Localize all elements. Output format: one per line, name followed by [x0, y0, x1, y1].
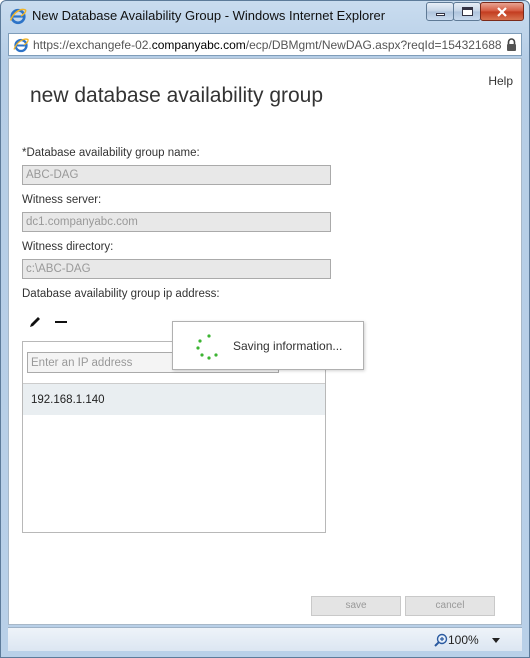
close-button[interactable]	[480, 2, 524, 21]
save-button[interactable]: save	[311, 596, 401, 616]
ip-address-value: 192.168.1.140	[31, 394, 105, 406]
ip-address-label: Database availability group ip address:	[22, 288, 220, 300]
dialog-content: Help new database availability group *Da…	[8, 58, 522, 625]
zoom-magnifier-icon[interactable]	[434, 633, 448, 647]
url-prefix: https://exchangefe-02.	[33, 38, 152, 52]
url-domain: companyabc.com	[151, 38, 246, 52]
address-bar[interactable]: https://exchangefe-02.companyabc.com/ecp…	[8, 33, 522, 56]
remove-minus-icon[interactable]	[54, 315, 68, 329]
minimize-icon	[435, 13, 445, 16]
saving-text: Saving information...	[233, 339, 343, 353]
status-bar: 100%	[8, 627, 522, 651]
internet-explorer-icon	[9, 8, 27, 25]
lock-icon[interactable]	[506, 38, 517, 52]
page-title: new database availability group	[30, 84, 324, 107]
loading-spinner-icon	[196, 334, 218, 360]
maximize-button[interactable]	[453, 2, 481, 21]
dag-name-label: *Database availability group name:	[22, 147, 200, 159]
window-title: New Database Availability Group - Window…	[32, 8, 386, 23]
url-path: /ecp/DBMgmt/NewDAG.aspx?reqId=154321688	[245, 38, 502, 52]
dag-name-input[interactable]: ABC-DAG	[22, 165, 331, 185]
browser-window: New Database Availability Group - Window…	[0, 0, 530, 658]
maximize-icon	[461, 7, 473, 16]
witness-directory-input[interactable]: c:\ABC-DAG	[22, 259, 331, 279]
cancel-button[interactable]: cancel	[405, 596, 495, 616]
ie-page-icon	[13, 38, 29, 53]
witness-directory-label: Witness directory:	[22, 241, 114, 253]
saving-popup: Saving information...	[172, 321, 364, 370]
witness-server-label: Witness server:	[22, 194, 102, 206]
close-icon	[497, 6, 507, 17]
help-link[interactable]: Help	[488, 74, 513, 88]
chevron-down-icon[interactable]	[492, 638, 500, 643]
minimize-button[interactable]	[426, 2, 454, 21]
zoom-level[interactable]: 100%	[448, 633, 479, 647]
url-text: https://exchangefe-02.companyabc.com/ecp…	[33, 38, 503, 52]
witness-server-input[interactable]: dc1.companyabc.com	[22, 212, 331, 232]
title-bar: New Database Availability Group - Window…	[1, 1, 529, 31]
edit-pencil-icon[interactable]	[28, 315, 42, 329]
list-item[interactable]: 192.168.1.140	[23, 384, 325, 415]
